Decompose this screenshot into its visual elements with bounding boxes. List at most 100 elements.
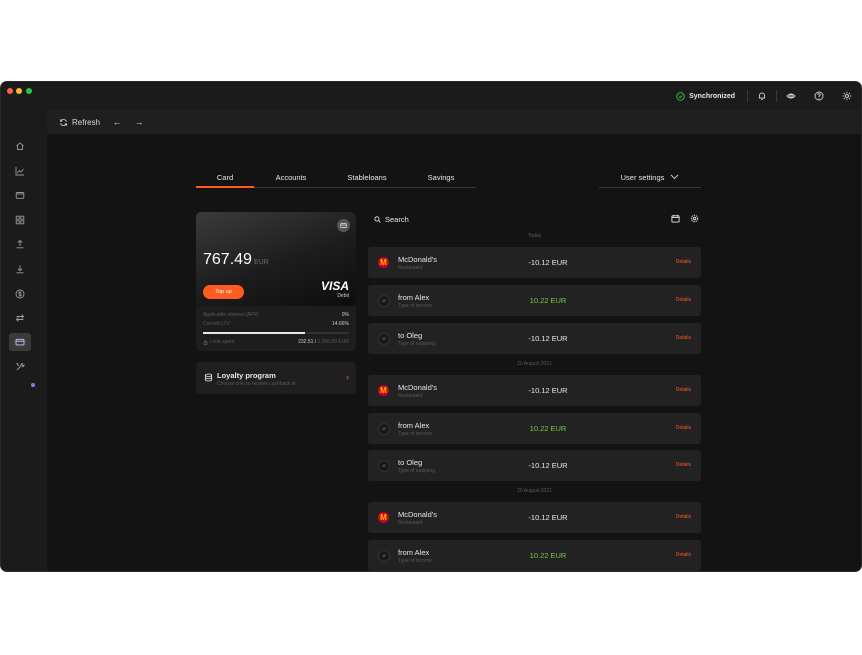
details-link[interactable]: Details [676,425,691,431]
details-link[interactable]: Details [676,552,691,558]
app-window: Synchronized Refresh ← → Card Accounts S… [1,82,861,571]
transaction-category: Restaurant [398,265,423,271]
forward-button[interactable]: → [134,117,144,127]
dollar-icon [15,289,25,299]
eye-icon [786,93,796,99]
debit-card[interactable]: 767.49 EUR Top up VISA Debit [196,212,356,306]
transaction-category: Type of income [398,558,432,564]
mcdonalds-logo: M [378,385,389,396]
loyalty-title: Loyalty program [217,371,276,380]
close-window-button[interactable] [7,88,13,94]
limit-value: 232.51 / 1,000.00 EUR [298,339,349,345]
notifications-button[interactable] [748,82,776,110]
calendar-icon[interactable] [671,214,680,223]
sidebar-item-tools[interactable] [9,358,31,376]
sidebar-item-dashboard[interactable] [9,211,31,229]
sync-status: Synchronized [676,91,735,101]
transaction-title: McDonald's [398,510,437,519]
toolbar: Refresh ← → [47,110,861,134]
transaction-row[interactable]: M McDonald's Restaurant -10.12 EUR Detai… [368,502,701,533]
lock-icon [203,339,208,345]
tab-savings[interactable]: Savings [406,166,476,188]
refresh-label: Refresh [72,117,101,127]
sync-label: Synchronized [689,92,735,100]
sidebar-item-exchange[interactable] [9,309,31,327]
transaction-row[interactable]: M McDonald's Restaurant -10.12 EUR Detai… [368,247,701,278]
details-link[interactable]: Details [676,514,691,520]
transaction-amount: 10.22 EUR [529,296,567,305]
transaction-title: to Oleg [398,458,423,467]
transaction-title: from Alex [398,421,430,430]
transaction-row[interactable]: ⌀ from Alex Type of income 10.22 EUR Det… [368,285,701,316]
sidebar-item-analytics[interactable] [9,162,31,180]
chevron-down-icon [671,174,679,180]
transaction-amount: -10.12 EUR [528,334,568,343]
mcdonalds-logo: M [378,257,389,268]
transaction-row[interactable]: ⌀ to Oleg Type of outgoing -10.12 EUR De… [368,450,701,481]
transaction-category: Type of income [398,303,432,309]
wallet-icon [15,192,25,199]
ltv-row: Current LTV 14.66% [203,321,349,327]
sidebar-item-home[interactable] [9,137,31,155]
notification-badge [31,383,35,387]
transaction-row[interactable]: ⌀ from Alex Type of income 10.22 EUR Det… [368,413,701,444]
transaction-category: Type of income [398,431,432,437]
help-button[interactable] [805,82,833,110]
tab-stableloans[interactable]: Stableloans [328,166,406,188]
sidebar-item-wallet[interactable] [9,186,31,204]
card-details-button[interactable] [337,219,350,232]
settings-button[interactable] [833,82,861,110]
user-settings-dropdown[interactable]: User settings [599,166,701,188]
tab-accounts[interactable]: Accounts [254,166,328,188]
active-tab-indicator [196,186,254,188]
transaction-title: McDonald's [398,383,437,392]
refresh-icon [59,118,68,126]
transaction-amount: 10.22 EUR [529,424,567,433]
details-link[interactable]: Details [676,259,691,265]
card-icon [15,338,25,346]
transaction-amount: -10.12 EUR [528,461,568,470]
search-button[interactable]: Search [374,215,409,224]
tab-card[interactable]: Card [196,166,254,188]
date-group-label: 20 August 2021 [517,488,552,494]
transaction-row[interactable]: M McDonald's Restaurant -10.12 EUR Detai… [368,375,701,406]
back-button[interactable]: ← [112,117,122,127]
transaction-amount: -10.12 EUR [528,513,568,522]
sidebar-item-send[interactable] [9,235,31,253]
details-link[interactable]: Details [676,387,691,393]
transfer-icon: ⌀ [378,423,390,435]
transaction-row[interactable]: ⌀ to Oleg Type of outgoing -10.12 EUR De… [368,323,701,354]
settings-icon [842,91,852,101]
main-content: Refresh ← → Card Accounts Stableloans Sa… [47,110,861,571]
top-up-button[interactable]: Top up [203,285,244,299]
transaction-category: Type of outgoing [398,468,435,474]
loyalty-program-card[interactable]: Loyalty program Choose coin to receive c… [196,362,356,394]
details-link[interactable]: Details [676,297,691,303]
tab-bar: Card Accounts Stableloans Savings User s… [196,166,701,190]
maximize-window-button[interactable] [26,88,32,94]
mcdonalds-logo: M [378,512,389,523]
apr-row: Applicable interest (APR) 0% [203,312,349,318]
details-link[interactable]: Details [676,462,691,468]
date-group-label: 20 August 2021 [517,361,552,367]
details-link[interactable]: Details [676,335,691,341]
list-actions [671,214,699,223]
settings-icon[interactable] [690,214,699,223]
coins-icon [204,373,213,382]
transaction-amount: -10.12 EUR [528,258,568,267]
card-type: Debit [337,293,349,299]
visibility-button[interactable] [777,82,805,110]
tools-icon [16,362,25,371]
sidebar-item-loans[interactable] [9,285,31,303]
sidebar-item-card[interactable] [9,333,31,351]
topbar-actions: Synchronized [676,82,861,110]
transaction-category: Restaurant [398,520,423,526]
ltv-progress-bar [203,332,349,334]
check-circle-icon [676,91,685,101]
sidebar-item-receive[interactable] [9,260,31,278]
transaction-row[interactable]: ⌀ from Alex Type of income 10.22 EUR Det… [368,540,701,571]
refresh-button[interactable]: Refresh [59,118,100,127]
minimize-window-button[interactable] [16,88,22,94]
ltv-label: Current LTV [203,321,230,327]
apr-value: 0% [341,312,349,318]
